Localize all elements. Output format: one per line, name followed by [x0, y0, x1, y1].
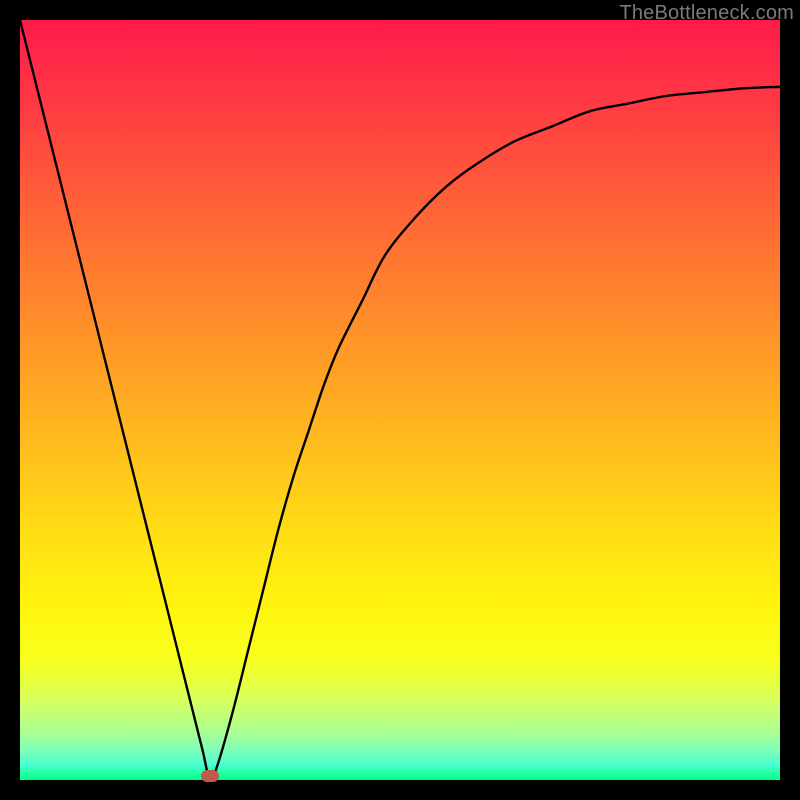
bottleneck-curve	[20, 20, 780, 780]
minimum-marker	[201, 770, 219, 782]
chart-plot-area	[20, 20, 780, 780]
chart-frame: TheBottleneck.com	[0, 0, 800, 800]
